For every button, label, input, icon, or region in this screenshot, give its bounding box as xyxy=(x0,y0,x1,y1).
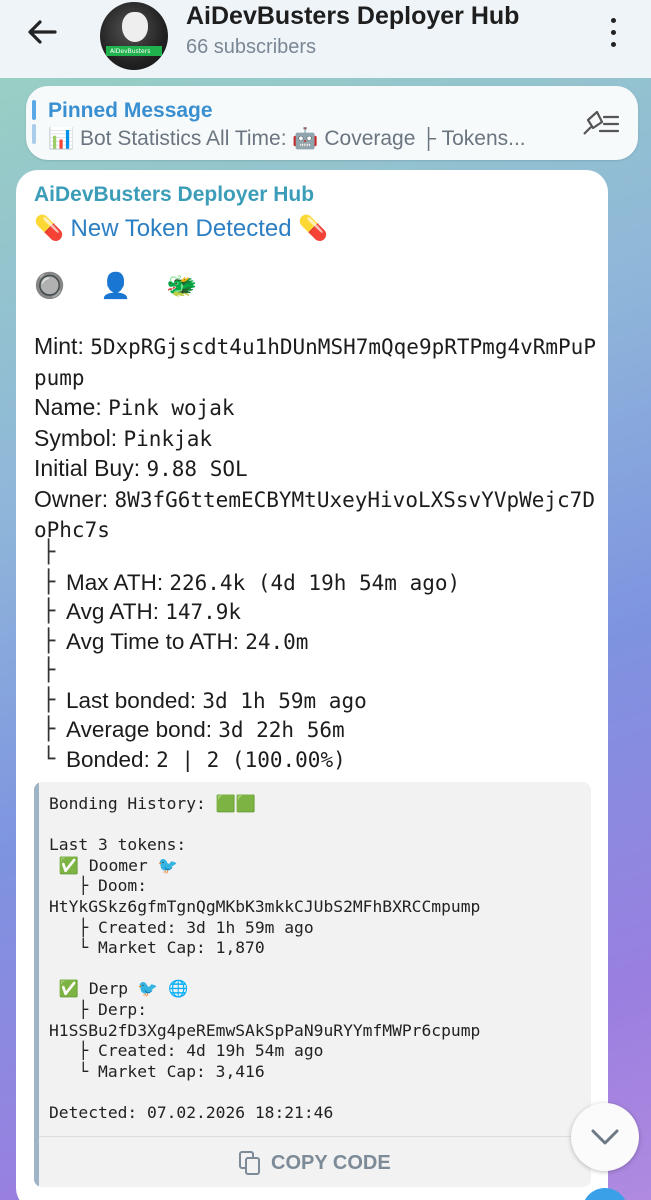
max-ath-value[interactable]: 226.4k (4d 19h 54m ago) xyxy=(169,571,460,595)
bonded-line: └ Bonded: 2 | 2 (100.00%) xyxy=(42,746,346,772)
message-headline: 💊 New Token Detected 💊 xyxy=(34,215,329,242)
pinned-preview: 📊 Bot Statistics All Time: 🤖 Coverage ├ … xyxy=(48,127,526,150)
symbol-value[interactable]: Pinkjak xyxy=(123,427,212,451)
code-content[interactable]: Bonding History: 🟩🟩 Last 3 tokens: ✅ Doo… xyxy=(49,794,480,1124)
avg-bond-line: ├ Average bond: 3d 22h 56m xyxy=(42,717,345,742)
bonded-value[interactable]: 2 | 2 (100.00%) xyxy=(156,748,346,772)
tree-spacer: ├ xyxy=(42,658,56,683)
more-options-icon[interactable] xyxy=(603,14,623,50)
token-address[interactable]: HtYkGSkz6gfmTgnQgMKbK3mkkCJUbS2MFhBXRCCm… xyxy=(49,897,480,916)
bonded-label: Bonded: xyxy=(66,746,157,772)
token-symbol-line: ├ Doom: xyxy=(49,876,148,896)
message-bubble: AiDevBusters Deployer Hub 💊 New Token De… xyxy=(16,170,608,1200)
mint-value[interactable]: 5DxpRGjscdt4u1hDUnMSH7mQqe9pRTPmg4vRmPuP… xyxy=(34,335,596,390)
name-value[interactable]: Pink wojak xyxy=(108,396,234,420)
channel-title[interactable]: AiDevBusters Deployer Hub xyxy=(186,2,519,31)
copy-code-label: COPY CODE xyxy=(271,1151,391,1174)
bonding-history-line: Bonding History: 🟩🟩 xyxy=(49,794,257,813)
token-address[interactable]: H1SSBu2fD3Xg4peREmwSAkSpPaN9uRYYmfMWPr6c… xyxy=(49,1021,480,1040)
code-divider xyxy=(39,1136,591,1137)
stats-tree: ├ ├ Max ATH: 226.4k (4d 19h 54m ago) ├ Avg… xyxy=(42,538,460,774)
token-mcap-line: └ Market Cap: 3,416 xyxy=(49,1061,265,1081)
symbol-line: Symbol: Pinkjak xyxy=(34,424,604,455)
token-mcap-line: └ Market Cap: 1,870 xyxy=(49,938,265,958)
message-sender[interactable]: AiDevBusters Deployer Hub xyxy=(34,183,314,207)
owner-line: Owner: 8W3fG6ttemECBYMtUxeyHivoLXSsvYVpW… xyxy=(34,485,604,546)
pinned-indicator xyxy=(32,100,36,144)
subscriber-count: 66 subscribers xyxy=(186,36,317,58)
avg-bond-label: Average bond: xyxy=(66,717,219,742)
tree-spacer: ├ xyxy=(42,540,56,565)
code-accent-bar xyxy=(34,782,39,1187)
token-symbol-line: ├ Derp: xyxy=(49,999,148,1019)
copy-code-button[interactable]: COPY CODE xyxy=(239,1148,391,1178)
back-arrow-icon[interactable] xyxy=(22,14,62,50)
avg-ath-value[interactable]: 147.9k xyxy=(165,600,241,624)
last-bonded-value[interactable]: 3d 1h 59m ago xyxy=(202,689,366,713)
emoji-row: 🔘 👤 🐲 xyxy=(34,272,212,300)
avg-ath-label: Avg ATH: xyxy=(66,599,166,624)
token-created-line: ├ Created: 4d 19h 54m ago xyxy=(49,1041,324,1061)
max-ath-line: ├ Max ATH: 226.4k (4d 19h 54m ago) xyxy=(42,569,461,595)
detected-line: Detected: 07.02.2026 18:21:46 xyxy=(49,1102,334,1122)
token-name-line: ✅ Derp 🐦 🌐 xyxy=(49,979,189,999)
avg-time-value[interactable]: 24.0m xyxy=(245,630,308,654)
avg-ath-line: ├ Avg ATH: 147.9k xyxy=(42,599,242,624)
avg-time-label: Avg Time to ATH: xyxy=(66,628,246,654)
code-block[interactable]: Bonding History: 🟩🟩 Last 3 tokens: ✅ Doo… xyxy=(34,782,591,1187)
unpin-list-icon[interactable] xyxy=(580,108,620,138)
initial-buy-label: Initial Buy: xyxy=(34,455,147,481)
last-bonded-label: Last bonded: xyxy=(66,687,203,713)
avg-time-line: ├ Avg Time to ATH: 24.0m xyxy=(42,628,309,654)
name-line: Name: Pink wojak xyxy=(34,393,604,424)
name-label: Name: xyxy=(34,394,109,420)
pinned-message-bar[interactable]: Pinned Message 📊 Bot Statistics All Time… xyxy=(26,86,638,160)
chevron-down-icon xyxy=(591,1129,619,1145)
mint-label: Mint: xyxy=(34,333,91,359)
token-details: Mint: 5DxpRGjscdt4u1hDUnMSH7mQqe9pRTPmg4… xyxy=(34,332,604,546)
initial-buy-value[interactable]: 9.88 SOL xyxy=(147,457,248,481)
last-bonded-line: ├ Last bonded: 3d 1h 59m ago xyxy=(42,687,367,713)
owner-label: Owner: xyxy=(34,485,115,512)
avg-bond-value[interactable]: 3d 22h 56m xyxy=(218,718,344,742)
max-ath-label: Max ATH: xyxy=(66,569,170,595)
symbol-label: Symbol: xyxy=(34,424,124,451)
token-name-line: ✅ Doomer 🐦 xyxy=(49,855,178,875)
channel-avatar[interactable]: AiDevBusters xyxy=(100,2,168,70)
pinned-title: Pinned Message xyxy=(48,99,213,122)
copy-icon xyxy=(239,1151,261,1175)
scroll-down-button[interactable] xyxy=(571,1103,639,1171)
last-tokens-label: Last 3 tokens: xyxy=(49,835,187,855)
chat-header: AiDevBusters AiDevBusters Deployer Hub 6… xyxy=(0,0,651,78)
initial-buy-line: Initial Buy: 9.88 SOL xyxy=(34,454,604,485)
token-created-line: ├ Created: 3d 1h 59m ago xyxy=(49,917,314,937)
owner-value[interactable]: 8W3fG6ttemECBYMtUxeyHivoLXSsvYVpWejc7DoP… xyxy=(34,488,595,543)
avatar-label: AiDevBusters xyxy=(110,48,151,55)
mint-line: Mint: 5DxpRGjscdt4u1hDUnMSH7mQqe9pRTPmg4… xyxy=(34,332,604,393)
